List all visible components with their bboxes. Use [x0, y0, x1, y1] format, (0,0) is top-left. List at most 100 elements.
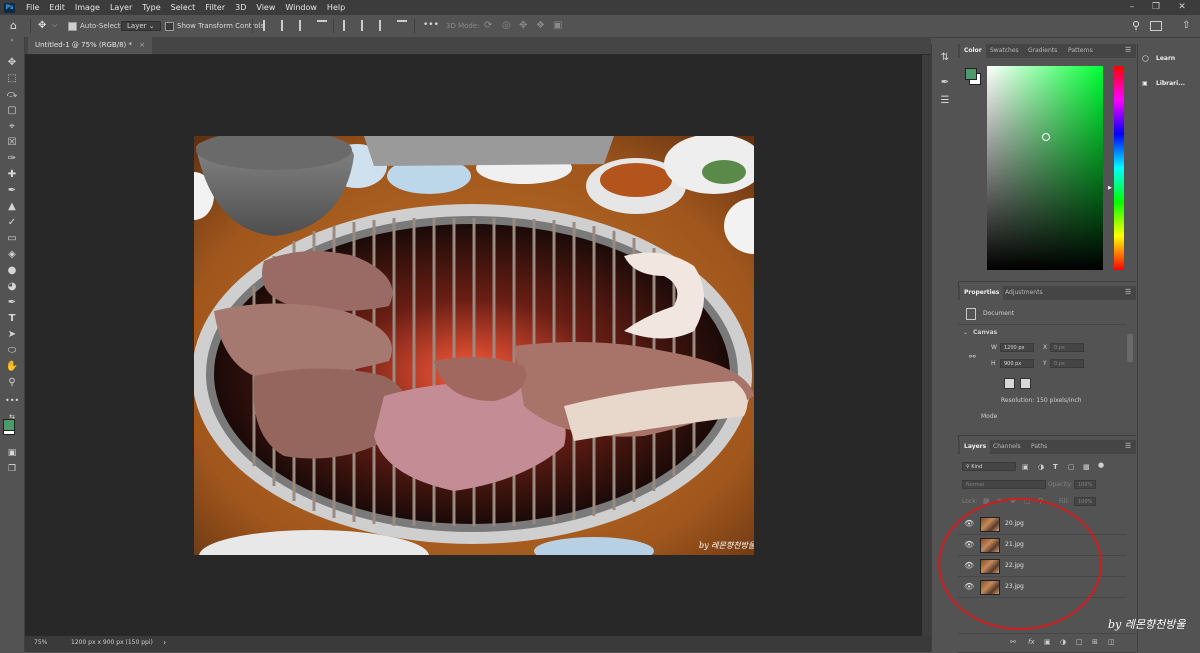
- more-options-icon[interactable]: •••: [423, 19, 439, 33]
- auto-select-dropdown[interactable]: Layer ⌄: [121, 21, 161, 31]
- filter-toggle-icon[interactable]: ●: [1098, 461, 1104, 469]
- menu-layer[interactable]: Layer: [105, 0, 137, 15]
- panel-menu-icon[interactable]: ☰: [1125, 443, 1132, 450]
- panel-menu-icon[interactable]: ☰: [1125, 47, 1132, 54]
- canvas-workspace[interactable]: by 레몬향천방울: [25, 55, 922, 636]
- eraser-tool-icon[interactable]: ▭: [5, 232, 19, 245]
- align-center-icon[interactable]: [281, 20, 293, 31]
- menu-file[interactable]: File: [21, 0, 44, 15]
- pen-tool-icon[interactable]: ✒: [5, 296, 19, 309]
- clone-stamp-tool-icon[interactable]: ▲: [5, 200, 19, 213]
- tab-swatches[interactable]: Swatches: [986, 44, 1023, 58]
- minimize-icon[interactable]: –: [1120, 0, 1144, 15]
- layer-kind-filter[interactable]: ⚲ Kind: [962, 462, 1016, 471]
- move-tool-icon[interactable]: ✥: [5, 56, 19, 69]
- vertical-scrollbar[interactable]: [922, 55, 931, 636]
- learn-panel-button[interactable]: ◯ Learn: [1142, 49, 1197, 69]
- history-brush-tool-icon[interactable]: ✓: [5, 216, 19, 229]
- shape-filter-icon[interactable]: ▢: [1068, 463, 1075, 471]
- align-top-icon[interactable]: [317, 20, 327, 33]
- status-chevron-icon[interactable]: ›: [163, 636, 166, 649]
- share-icon[interactable]: ⇧: [1182, 20, 1192, 31]
- tab-paths[interactable]: Paths: [1027, 440, 1051, 454]
- home-icon[interactable]: ⌂: [10, 20, 20, 31]
- x-field[interactable]: 0 px: [1050, 343, 1084, 352]
- hue-slider[interactable]: [1114, 66, 1124, 270]
- object-select-tool-icon[interactable]: ▢: [5, 104, 19, 117]
- blur-tool-icon[interactable]: ●: [5, 264, 19, 277]
- brush-settings-icon[interactable]: ✒: [939, 77, 951, 89]
- tab-channels[interactable]: Channels: [989, 440, 1025, 454]
- show-transform-checkbox[interactable]: Show Transform Controls: [165, 19, 264, 33]
- dodge-tool-icon[interactable]: ◕: [5, 280, 19, 293]
- marquee-tool-icon[interactable]: ⬚: [5, 72, 19, 85]
- distribute-left-icon[interactable]: [343, 20, 355, 31]
- width-field[interactable]: 1200 px: [1000, 343, 1034, 352]
- link-icon[interactable]: ⚯: [969, 352, 976, 361]
- menu-3d[interactable]: 3D: [230, 0, 251, 15]
- eyedropper-tool-icon[interactable]: ✑: [5, 152, 19, 165]
- pixel-filter-icon[interactable]: ▣: [1022, 463, 1029, 471]
- height-field[interactable]: 900 px: [1000, 359, 1034, 368]
- portrait-orientation-icon[interactable]: [1004, 378, 1015, 389]
- foreground-color-chip[interactable]: [965, 68, 977, 80]
- crop-tool-icon[interactable]: ⌖: [5, 120, 19, 133]
- restore-icon[interactable]: ❐: [1144, 0, 1168, 15]
- adjustment-filter-icon[interactable]: ◑: [1038, 463, 1044, 471]
- quick-mask-icon[interactable]: ▣: [5, 447, 19, 460]
- tab-gradients[interactable]: Gradients: [1024, 44, 1061, 58]
- path-select-tool-icon[interactable]: ➤: [5, 328, 19, 341]
- zoom-tool-icon[interactable]: ⚲: [5, 376, 19, 389]
- blend-mode-dropdown[interactable]: Normal: [962, 480, 1046, 489]
- type-tool-icon[interactable]: T: [5, 312, 19, 325]
- more-tools-icon[interactable]: •••: [5, 394, 19, 407]
- color-picker-cursor[interactable]: [1042, 133, 1050, 141]
- hand-tool-icon[interactable]: ✋: [5, 360, 19, 373]
- hue-slider-marker-icon[interactable]: ▶: [1108, 186, 1113, 191]
- history-panel-icon[interactable]: ⇅: [939, 52, 951, 64]
- new-layer-icon[interactable]: ⊞: [1092, 638, 1098, 646]
- tab-patterns[interactable]: Patterns: [1064, 44, 1097, 58]
- properties-scrollbar[interactable]: [1127, 334, 1133, 362]
- paint-bucket-tool-icon[interactable]: ◈: [5, 248, 19, 261]
- foreground-color-swatch[interactable]: [3, 419, 15, 431]
- menu-window[interactable]: Window: [280, 0, 322, 15]
- document-tab[interactable]: Untitled-1 @ 75% (RGB/8) * ×: [28, 37, 153, 54]
- adjustment-layer-icon[interactable]: ◑: [1060, 638, 1066, 646]
- align-left-icon[interactable]: [263, 20, 275, 31]
- frame-tool-icon[interactable]: ☒: [5, 136, 19, 149]
- y-field[interactable]: 0 px: [1050, 359, 1084, 368]
- link-layers-icon[interactable]: ⚯: [1010, 638, 1016, 646]
- new-group-icon[interactable]: □: [1076, 638, 1083, 646]
- add-mask-icon[interactable]: ▣: [1044, 638, 1051, 646]
- menu-filter[interactable]: Filter: [200, 0, 230, 15]
- fill-field[interactable]: 100%: [1074, 497, 1096, 506]
- menu-image[interactable]: Image: [70, 0, 105, 15]
- close-tab-icon[interactable]: ×: [139, 41, 145, 49]
- canvas-image[interactable]: by 레몬향천방울: [194, 136, 754, 555]
- distribute-right-icon[interactable]: [379, 20, 391, 31]
- brush-tool-icon[interactable]: ✒: [5, 184, 19, 197]
- menu-type[interactable]: Type: [137, 0, 165, 15]
- tab-adjustments[interactable]: Adjustments: [1001, 286, 1047, 300]
- menu-help[interactable]: Help: [322, 0, 350, 15]
- lasso-tool-icon[interactable]: ⤼: [5, 88, 19, 101]
- smart-object-filter-icon[interactable]: ▩: [1083, 463, 1090, 471]
- tab-layers[interactable]: Layers: [960, 440, 991, 454]
- delete-layer-icon[interactable]: ◫: [1108, 638, 1115, 646]
- search-icon[interactable]: ⚲: [1132, 20, 1142, 31]
- workspace-icon[interactable]: [1150, 21, 1162, 31]
- libraries-panel-button[interactable]: ▣ Librari...: [1142, 74, 1197, 94]
- opacity-field[interactable]: 100%: [1074, 480, 1096, 489]
- canvas-chevron-icon[interactable]: ⌄: [963, 329, 968, 336]
- tab-properties[interactable]: Properties: [960, 286, 1004, 300]
- menu-select[interactable]: Select: [166, 0, 201, 15]
- chevron-down-icon[interactable]: ⌵: [52, 20, 62, 31]
- move-tool-icon[interactable]: ✥: [38, 20, 48, 31]
- screen-mode-icon[interactable]: ❐: [5, 463, 19, 476]
- collapse-toolbar-icon[interactable]: »: [5, 38, 19, 44]
- adjustments-icon[interactable]: ☰: [939, 95, 951, 107]
- fx-icon[interactable]: fx: [1028, 638, 1035, 646]
- ellipse-tool-icon[interactable]: ⬭: [5, 344, 19, 357]
- panel-menu-icon[interactable]: ☰: [1125, 289, 1132, 296]
